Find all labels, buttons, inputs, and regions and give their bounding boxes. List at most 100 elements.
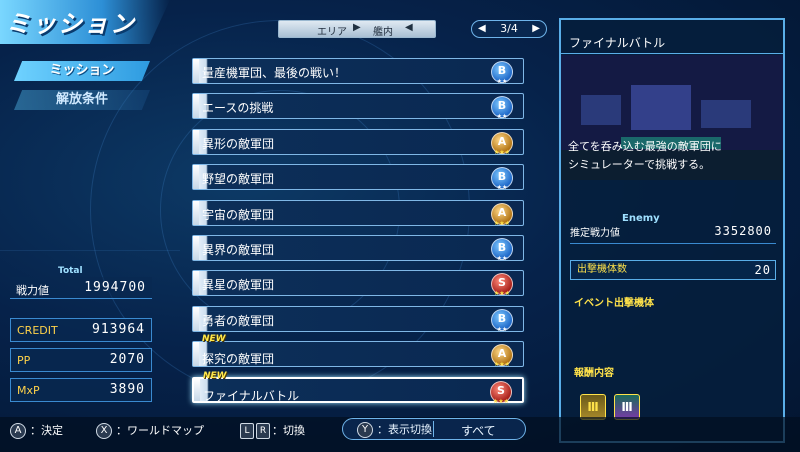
mission-row[interactable]: 異星の敵軍団 S ★★★: [192, 270, 524, 298]
divider: [433, 421, 434, 437]
enemy-power-row: 推定戦力値 3352800: [570, 224, 776, 244]
row-accent: [193, 235, 199, 260]
credit-value: 913964: [92, 322, 145, 337]
view-toggle-label: ：表示切換: [377, 423, 432, 436]
rank-stars: ★★: [496, 78, 508, 85]
unit-count-row: 出撃機体数 20: [570, 260, 776, 280]
power-stat: 戦力値 1994700: [10, 277, 152, 299]
a-button-icon: A: [10, 423, 26, 439]
pp-label: PP: [17, 354, 31, 367]
mission-row[interactable]: 異形の敵軍団 A ★★★: [192, 128, 524, 155]
mission-name: 探究の敵軍団: [202, 352, 275, 367]
mission-row[interactable]: 宇宙の敵軍団 A ★★★: [192, 199, 524, 227]
mxp-stat: MxP 3890: [10, 378, 152, 402]
area-filter[interactable]: エリア ▶ 艦内 ◀: [278, 20, 436, 38]
view-toggle[interactable]: Y ：表示切換 すべて: [342, 418, 526, 440]
mission-row[interactable]: 勇者の敵軍団 B ★★: [192, 305, 524, 333]
credit-stat: CREDIT 913964: [10, 318, 152, 342]
mission-name: ファイナルバトル: [203, 388, 300, 403]
reward-label: 報酬内容: [574, 368, 614, 379]
confirm-hint[interactable]: A ：決定: [10, 422, 63, 439]
x-button-icon: X: [96, 423, 112, 439]
arrow-left-icon: ◀: [405, 22, 413, 33]
event-units-label: イベント出撃機体: [574, 298, 654, 309]
tab-missions[interactable]: ミッション: [14, 61, 150, 81]
switch-hint[interactable]: L R ：切換: [240, 422, 305, 439]
detail-description-line1: 全てを呑み込む最強の敵軍団に: [568, 140, 722, 153]
mission-row[interactable]: エースの挑戦 B ★★: [192, 93, 524, 121]
rank-stars: ★★★: [493, 219, 511, 227]
page-next-icon[interactable]: ▶: [532, 21, 540, 37]
bg-line: [0, 250, 180, 251]
new-badge: NEW: [202, 334, 226, 345]
row-accent: [193, 342, 199, 367]
page-number: 3/4: [500, 22, 518, 35]
power-label: 戦力値: [16, 284, 49, 297]
r-button-icon: R: [256, 423, 270, 439]
row-accent: [194, 378, 200, 401]
row-accent: [193, 165, 199, 190]
rank-badge-icon: B ★★: [491, 96, 513, 121]
screen-title: ミッション: [6, 10, 136, 38]
rank-stars: ★★: [496, 254, 508, 262]
mission-name: 異星の敵軍団: [202, 278, 275, 293]
confirm-label: ：決定: [30, 424, 63, 437]
row-accent: [193, 306, 199, 331]
mission-row[interactable]: 異界の敵軍団 B ★★: [192, 234, 524, 262]
unit-count-value: 20: [754, 263, 771, 277]
rank-stars: ★★: [496, 113, 508, 121]
new-badge: NEW: [203, 370, 227, 381]
rank-badge-icon: A ★★★: [491, 202, 513, 227]
rank-badge-icon: B ★★: [491, 308, 513, 333]
total-label: Total: [58, 266, 83, 276]
page-indicator[interactable]: ◀ 3/4 ▶: [471, 20, 547, 38]
mission-row[interactable]: 量産機軍団、最後の戦い！ B ★★: [192, 58, 524, 85]
mission-name: 量産機軍団、最後の戦い！: [202, 66, 347, 80]
detail-description-line2: シミュレーターで挑戦する。: [568, 158, 711, 171]
mission-name: エースの挑戦: [202, 101, 274, 116]
rank-stars: ★★★: [492, 397, 510, 405]
rank-badge-icon: B ★★: [491, 61, 513, 85]
rank-stars: ★★★: [493, 290, 511, 298]
row-accent: [193, 200, 199, 225]
mission-row[interactable]: NEW 探究の敵軍団 A ★★★: [192, 334, 524, 369]
world-map-hint[interactable]: X ：ワールドマップ: [96, 422, 204, 439]
unit-count-label: 出撃機体数: [577, 264, 627, 275]
view-toggle-value: すべて: [461, 424, 496, 438]
page-prev-icon[interactable]: ◀: [478, 21, 486, 37]
rank-badge-icon: A ★★★: [491, 131, 513, 155]
row-accent: [193, 94, 199, 119]
l-button-icon: L: [240, 423, 254, 439]
arrow-right-icon: ▶: [353, 22, 361, 33]
mission-name: 勇者の敵軍団: [202, 313, 275, 328]
area-value: 艦内: [373, 27, 393, 38]
pp-value: 2070: [109, 352, 145, 367]
switch-label: ：切換: [272, 424, 305, 437]
rank-badge-icon: B ★★: [491, 237, 513, 262]
rank-badge-icon: A ★★★: [491, 344, 513, 369]
credit-label: CREDIT: [17, 324, 58, 337]
row-accent: [193, 129, 199, 154]
rank-badge-icon: S ★★★: [490, 380, 512, 405]
rank-stars: ★★★: [493, 361, 511, 369]
area-label: エリア: [317, 27, 347, 38]
mission-row-selected[interactable]: NEW ファイナルバトル S ★★★: [192, 371, 524, 405]
mission-name: 野望の敵軍団: [202, 172, 275, 187]
enemy-power-value: 3352800: [714, 224, 772, 238]
rank-stars: ★★: [496, 184, 508, 192]
tab-unlock-conditions[interactable]: 解放条件: [14, 90, 150, 110]
detail-title-divider: [560, 18, 784, 54]
mission-list: 量産機軍団、最後の戦い！ B ★★ エースの挑戦 B ★★ 異形の敵軍団 A ★★★ …: [192, 58, 524, 412]
pp-stat: PP 2070: [10, 348, 152, 372]
rank-stars: ★★: [496, 325, 508, 333]
rank-badge-icon: B ★★: [491, 167, 513, 192]
mission-name: 異界の敵軍団: [202, 242, 275, 257]
mxp-label: MxP: [17, 384, 40, 397]
row-accent: [193, 271, 199, 296]
enemy-label: Enemy: [622, 213, 660, 224]
row-accent: [193, 59, 199, 83]
mission-row[interactable]: 野望の敵軍団 B ★★: [192, 164, 524, 192]
mission-name: 異形の敵軍団: [202, 136, 275, 151]
enemy-power-label: 推定戦力値: [570, 228, 620, 239]
rank-badge-icon: S ★★★: [491, 273, 513, 298]
